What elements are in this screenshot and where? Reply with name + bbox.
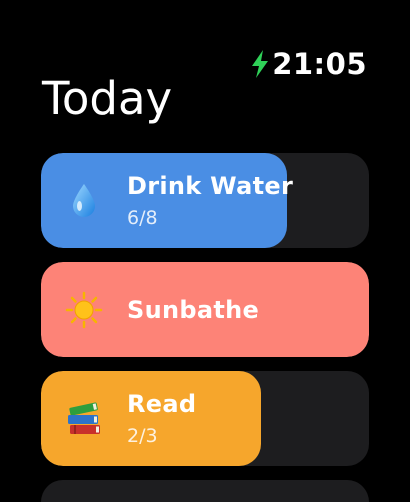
habit-row-drink-water[interactable]: Drink Water 6/8 xyxy=(41,153,369,248)
habit-list: Drink Water 6/8 Sunbathe Read 2/3 xyxy=(41,153,369,502)
habit-row-partial[interactable] xyxy=(41,480,369,502)
habit-progress-text: 6/8 xyxy=(127,206,158,229)
habit-progress-text: 2/3 xyxy=(127,424,158,447)
habit-name: Drink Water xyxy=(127,171,294,200)
lightning-bolt-icon xyxy=(252,50,269,78)
status-bar: 21:05 xyxy=(250,46,367,82)
books-icon xyxy=(41,401,127,437)
sun-icon xyxy=(41,291,127,329)
habit-name: Read xyxy=(127,389,197,418)
habit-row-read[interactable]: Read 2/3 xyxy=(41,371,369,466)
clock-time: 21:05 xyxy=(272,47,367,81)
page-title: Today xyxy=(42,72,173,125)
habit-row-sunbathe[interactable]: Sunbathe xyxy=(41,262,369,357)
watch-screen: 21:05 Today Drink Water 6/8 Sunbathe Rea… xyxy=(0,0,410,502)
water-drop-icon xyxy=(41,183,127,219)
habit-name: Sunbathe xyxy=(127,295,260,324)
